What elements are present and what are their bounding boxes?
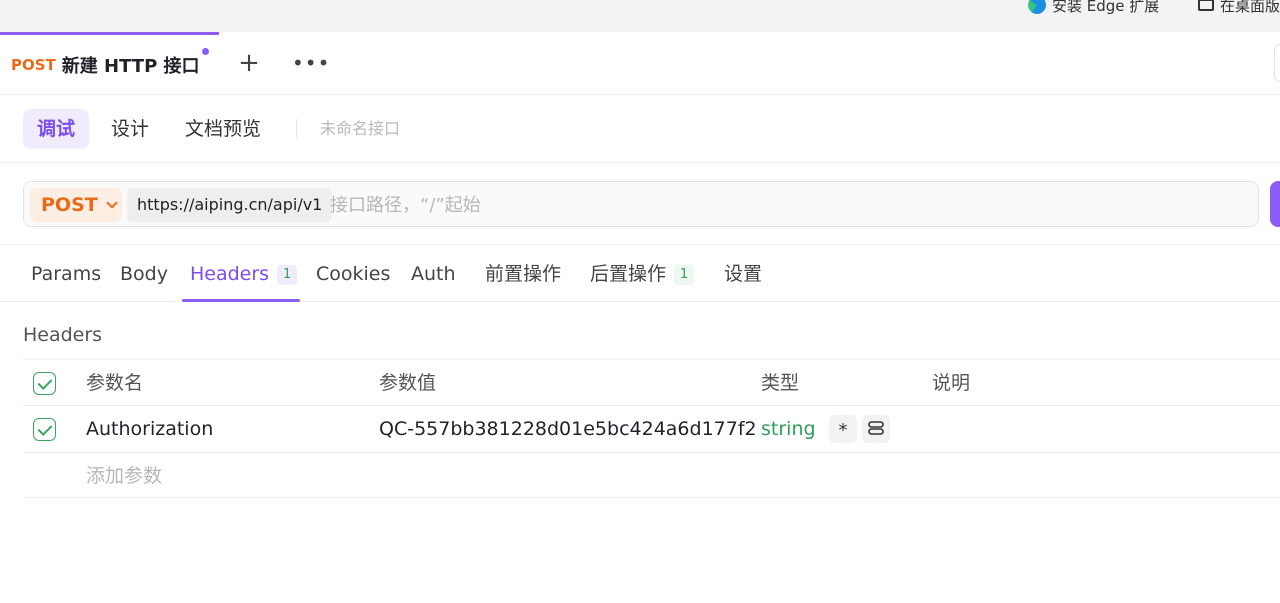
tab-post-processors-label: 后置操作	[590, 263, 667, 285]
method-select-value: POST	[41, 194, 98, 216]
add-parameter-field[interactable]: 添加参数	[86, 453, 162, 499]
tab-method-label: POST	[11, 56, 56, 74]
tab-bar-right-control[interactable]	[1274, 44, 1280, 82]
unsaved-dot-icon	[202, 48, 209, 55]
tab-post-processors[interactable]: 后置操作 1	[590, 245, 695, 303]
tab-headers-badge: 1	[277, 265, 298, 285]
open-desktop-button[interactable]: 在桌面版	[1198, 0, 1280, 15]
required-toggle-button[interactable]: *	[829, 415, 857, 443]
add-parameter-row: 添加参数	[23, 453, 1280, 498]
tab-auth[interactable]: Auth	[411, 245, 456, 303]
table-row: Authorization QC-557bb381228d01e5bc424a6…	[23, 406, 1280, 453]
monitor-icon	[1198, 0, 1214, 11]
more-tabs-button[interactable]: •••	[292, 48, 329, 78]
mode-doc-preview[interactable]: 文档预览	[171, 109, 275, 149]
api-path-input[interactable]	[324, 188, 1224, 222]
tab-new-http-api[interactable]: POST 新建 HTTP 接口	[0, 32, 219, 95]
tab-auth-label: Auth	[411, 263, 456, 285]
encoding-button[interactable]	[862, 415, 890, 443]
tab-body[interactable]: Body	[120, 245, 168, 303]
tab-title: 新建 HTTP 接口	[61, 56, 200, 77]
browser-top-strip: 安装 Edge 扩展 在桌面版	[0, 0, 1280, 32]
api-name-field[interactable]: 未命名接口	[320, 109, 400, 149]
link-icon	[868, 421, 884, 435]
method-select[interactable]: POST	[30, 188, 122, 222]
column-description-header: 说明	[932, 372, 971, 394]
install-edge-extension-label: 安装 Edge 扩展	[1052, 0, 1160, 15]
base-url-prefix[interactable]: https://aiping.cn/api/v1	[127, 188, 333, 222]
add-tab-button[interactable]: +	[236, 48, 262, 78]
headers-table-head: 参数名 参数值 类型 说明	[23, 359, 1280, 406]
select-all-checkbox[interactable]	[33, 372, 56, 395]
mode-divider	[296, 119, 297, 139]
tab-body-label: Body	[120, 263, 168, 285]
tab-post-processors-badge: 1	[674, 265, 695, 285]
header-value-cell[interactable]: QC-557bb381228d01e5bc424a6d177f2	[379, 406, 757, 452]
tab-headers-label: Headers	[190, 263, 270, 285]
column-name-header: 参数名	[86, 372, 144, 394]
headers-table: 参数名 参数值 类型 说明 Authorization QC-557bb3812…	[23, 359, 1280, 498]
mode-switcher: 调试 设计 文档预览 未命名接口	[0, 95, 1280, 163]
headers-section-title: Headers	[23, 324, 103, 346]
tab-pre-processors-label: 前置操作	[485, 263, 562, 285]
tab-cookies-label: Cookies	[316, 263, 391, 285]
request-tabs: Params Body Headers 1 Cookies Auth 前置操作 后…	[0, 244, 1280, 302]
tab-cookies[interactable]: Cookies	[316, 245, 390, 303]
chevron-down-icon	[106, 197, 118, 209]
edge-icon	[1028, 0, 1046, 14]
open-desktop-label: 在桌面版	[1220, 0, 1280, 15]
header-name-cell[interactable]: Authorization	[86, 406, 213, 452]
active-tab-underline	[182, 299, 300, 302]
install-edge-extension-button[interactable]: 安装 Edge 扩展	[1028, 0, 1159, 15]
tab-params-label: Params	[31, 263, 102, 285]
row-enabled-checkbox[interactable]	[33, 418, 56, 441]
tab-pre-processors[interactable]: 前置操作	[485, 245, 561, 303]
send-button[interactable]	[1270, 181, 1280, 227]
mode-debug[interactable]: 调试	[23, 109, 90, 149]
tab-settings[interactable]: 设置	[724, 245, 762, 303]
header-type-select[interactable]: string	[761, 406, 816, 452]
tab-headers[interactable]: Headers 1	[190, 245, 298, 303]
column-type-header: 类型	[761, 372, 800, 394]
url-bar: POST https://aiping.cn/api/v1	[23, 181, 1259, 227]
column-value-header: 参数值	[379, 372, 437, 394]
mode-design[interactable]: 设计	[97, 109, 163, 149]
tab-settings-label: 设置	[724, 263, 763, 285]
tab-params[interactable]: Params	[31, 245, 101, 303]
tab-bar: POST 新建 HTTP 接口 + •••	[0, 32, 1280, 95]
